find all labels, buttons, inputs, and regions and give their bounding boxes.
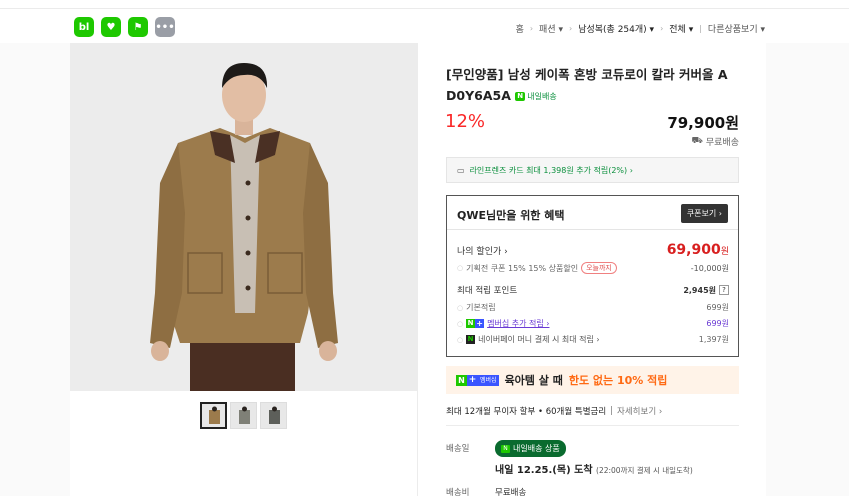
coupon-row: ○ 기획전 쿠폰 15% 15% 상품할인 오늘까지 -10,000원 (457, 262, 729, 274)
benefit-box: QWE님만을 위한 혜택 쿠폰보기 › 나의 할인가 › 69,900원 ○ 기획… (446, 195, 739, 357)
thumbnail-2[interactable] (230, 402, 257, 429)
credit-card-icon: ▭ (457, 165, 465, 175)
more-apps-icon[interactable]: ••• (155, 17, 175, 37)
divider (447, 229, 738, 230)
basic-points-row: ○ 기본적립 699원 (457, 303, 729, 312)
sale-price: 79,900원 (667, 114, 739, 132)
bullet-icon: ○ (457, 319, 464, 328)
shipping-fee-value: 무료배송 (495, 488, 527, 498)
my-price-row: 나의 할인가 › 69,900원 (457, 242, 729, 258)
jacket-thumbnail-icon (268, 406, 280, 424)
benefit-heading: QWE님만을 위한 혜택 (457, 209, 565, 222)
discount-rate: 12% (445, 111, 486, 132)
points-row: 최대 적립 포인트 2,945원? (457, 284, 729, 296)
installment-info: 최대 12개월 무이자 할부 • 60개월 특별금리 | 자세히보기 › (446, 405, 663, 417)
breadcrumb: 홈 › 패션 ▾ › 남성복(총 254개) ▾ › 전체 ▾ | 다른상품보기… (516, 22, 765, 35)
truck-icon: ⛟ (691, 136, 703, 146)
naver-n-icon: N (515, 92, 526, 101)
jacket-thumbnail-icon (238, 406, 250, 424)
divider: | (699, 24, 702, 33)
breadcrumb-cat1[interactable]: 패션 ▾ (539, 22, 563, 35)
breadcrumb-cat2[interactable]: 남성복(총 254개) ▾ (578, 22, 654, 35)
promo-banner[interactable]: N + 멤버십 육아템 살 때 한도 없는 10% 적립 (446, 366, 739, 394)
today-only-tag: 오늘까지 (581, 262, 617, 274)
free-shipping: ⛟ 무료배송 (691, 136, 739, 148)
my-price-link[interactable]: 나의 할인가 › (457, 244, 508, 257)
product-title-line1: [무인양품] 남성 케이폭 혼방 코듀로이 칼라 커버올 A (446, 67, 728, 82)
top-bar: bl ♥ ⚑ ••• 홈 › 패션 ▾ › 남성복(총 254개) ▾ › 전체… (0, 9, 849, 43)
installment-detail-link[interactable]: 자세히보기 › (617, 405, 662, 417)
divider (446, 425, 739, 426)
help-icon[interactable]: ? (719, 285, 729, 295)
blog-app-icon[interactable]: bl (74, 17, 94, 37)
arrival-date: 내일 12.25.(목) 도착 (22:00까지 결제 시 내일도착) (495, 465, 693, 476)
delivery-label: 배송일 (446, 444, 470, 454)
thumbnail-1[interactable] (200, 402, 227, 429)
product-title: [무인양품] 남성 케이폭 혼방 코듀로이 칼라 커버올 A D0Y6A5A N… (446, 64, 741, 107)
bullet-icon: ○ (457, 264, 464, 272)
product-photo[interactable] (70, 43, 417, 391)
jacket-thumbnail-icon (208, 406, 220, 424)
npay-link[interactable]: 네이버페이 머니 결제 시 최대 적립 › (478, 334, 600, 345)
membership-link[interactable]: 멤버십 추가 적립 › (487, 318, 549, 329)
breadcrumb-home[interactable]: 홈 (516, 22, 524, 35)
coupon-button[interactable]: 쿠폰보기 › (680, 204, 728, 223)
column-divider (417, 43, 418, 496)
page-margin-right (766, 43, 849, 496)
other-products-link[interactable]: 다른상품보기 ▾ (708, 22, 765, 35)
thumbnail-3[interactable] (260, 402, 287, 429)
membership-badge-icon: N + 멤버십 (456, 374, 499, 386)
naver-plus-icon: N + (466, 319, 485, 328)
bookmark-app-icon[interactable]: ⚑ (128, 17, 148, 37)
like-app-icon[interactable]: ♥ (101, 17, 121, 37)
chevron-right-icon: › (660, 24, 664, 33)
tomorrow-delivery-product-badge: N 내일배송 상품 (495, 440, 566, 457)
naver-pay-icon: N (466, 335, 476, 344)
card-benefit-banner[interactable]: ▭ 라인프렌즈 카드 최대 1,398원 추가 적립(2%) › (446, 157, 739, 183)
membership-points-row: ○ N + 멤버십 추가 적립 › 699원 (457, 318, 729, 329)
my-price: 69,900원 (666, 242, 729, 258)
bullet-icon: ○ (457, 335, 464, 344)
shipping-fee-label: 배송비 (446, 488, 470, 498)
chevron-right-icon: › (569, 24, 573, 33)
bullet-icon: ○ (457, 303, 464, 312)
tomorrow-delivery-badge: N 내일배송 (515, 86, 557, 107)
thumbnail-strip (200, 402, 287, 429)
breadcrumb-cat3[interactable]: 전체 ▾ (669, 22, 693, 35)
page-margin-left (0, 43, 70, 496)
npay-points-row: ○ N 네이버페이 머니 결제 시 최대 적립 › 1,397원 (457, 334, 729, 345)
chevron-right-icon: › (529, 24, 534, 33)
product-title-line2: D0Y6A5A (446, 88, 511, 103)
divider: | (610, 406, 614, 416)
naver-n-icon: N (501, 444, 510, 453)
model-illustration (70, 43, 417, 391)
